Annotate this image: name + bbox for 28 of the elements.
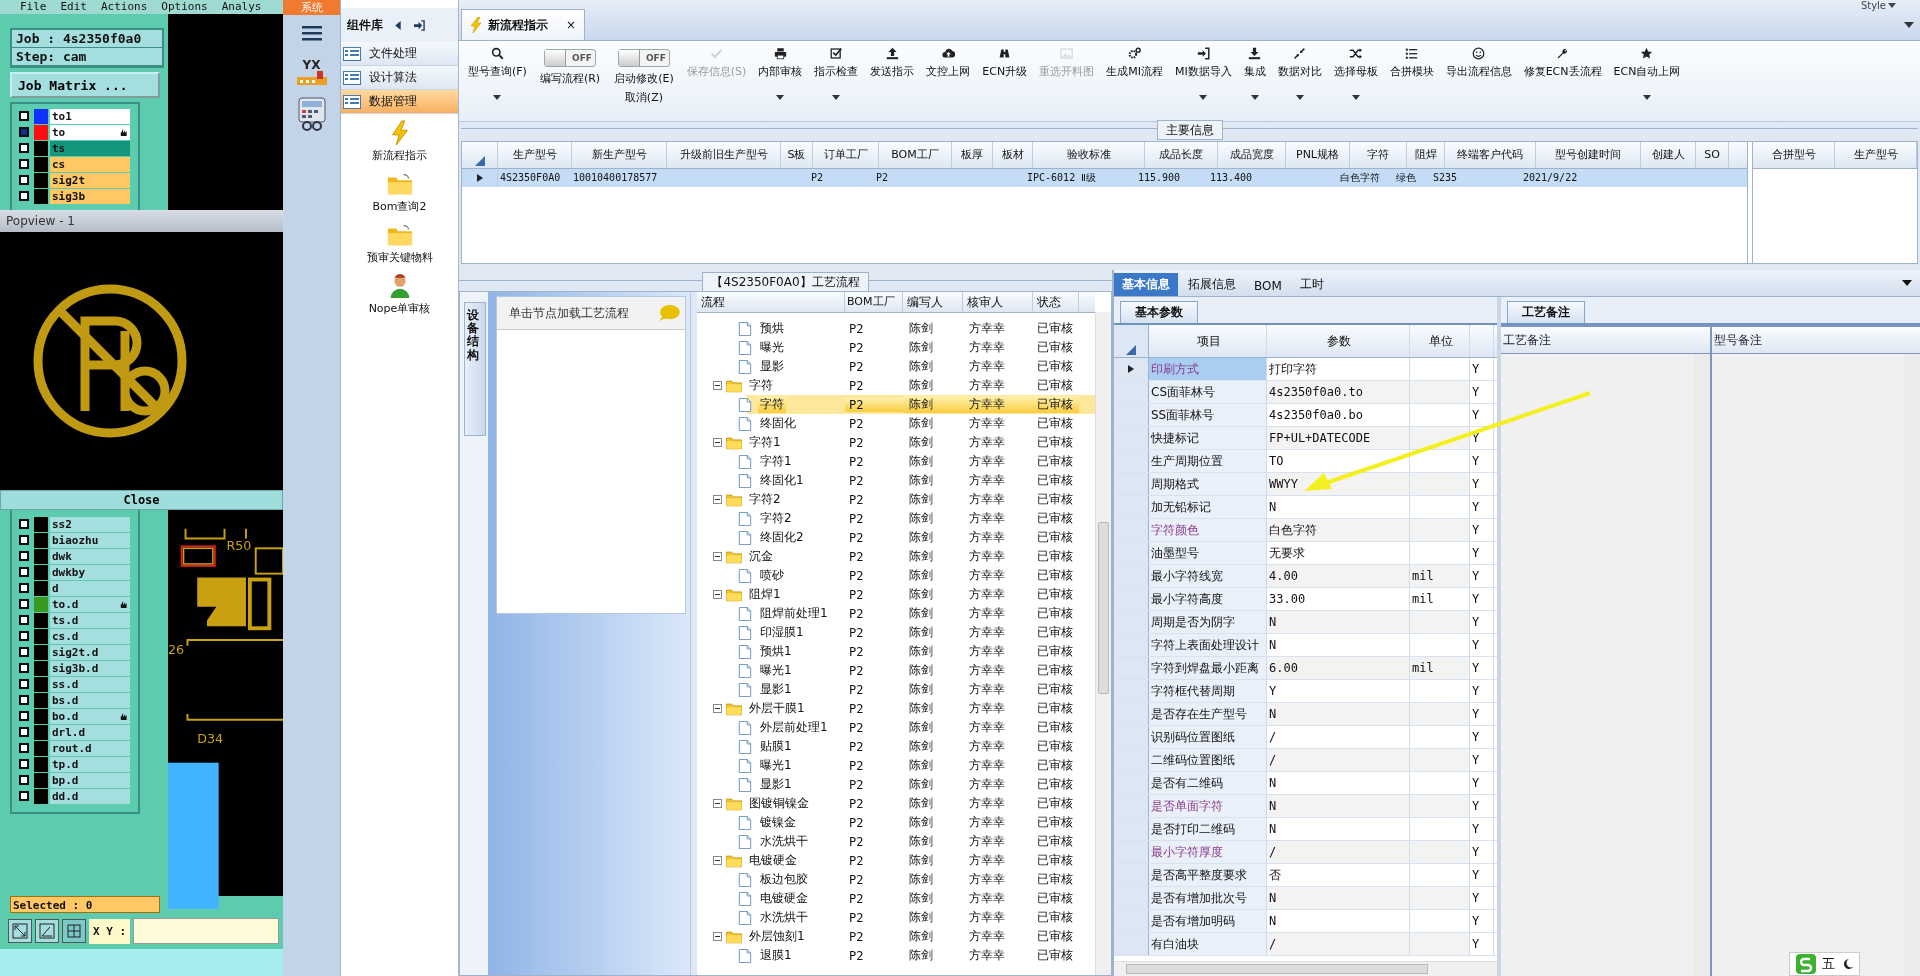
column-header: 型号备注 [1711,327,1920,354]
toggle-label: 启动修改(E) [614,71,674,86]
table-cell-text: P2 [875,171,890,185]
column-header: 工艺备注 [1501,327,1710,354]
window-title: Popview - 1 [6,214,75,228]
table-cell-text: 113.400 [1209,171,1254,185]
table-cell-text: 白色字符 [1339,171,1381,185]
pcb-label: 26 [168,641,185,657]
toggle-label: 编写流程(R) [539,71,601,86]
xy-label: X Y : [89,918,131,944]
group-title: 【4S2350F0A0】工艺流程 [702,272,869,292]
table-cell-text: IPC-6012 Ⅱ级 [1026,171,1098,185]
hint-text: 单击节点加载工艺流程 [509,304,629,322]
table-cell-text: S235 [1432,171,1459,185]
selected-count: Selected : 0 [10,896,160,913]
table-cell-text: 2021/9/22 [1522,171,1579,185]
table-cell-text: P2 [810,171,825,185]
group-title: 主要信息 [1156,120,1223,140]
table-cell-text: 10010400178577 [572,171,659,185]
step-label: Step: cam [12,48,162,66]
table-cell-text: 绿色 [1395,171,1417,185]
job-label: Job : 4s2350f0a0 [12,30,162,48]
table-cell-text: 4S2350F0A0 [499,171,562,185]
panel-title: 组件库 [347,16,383,34]
table-cell-text: 115.900 [1137,171,1182,185]
pcb-label: R50 [226,538,252,554]
toggle-label: 取消(Z) [624,90,663,105]
pcb-label: D34 [197,731,224,747]
